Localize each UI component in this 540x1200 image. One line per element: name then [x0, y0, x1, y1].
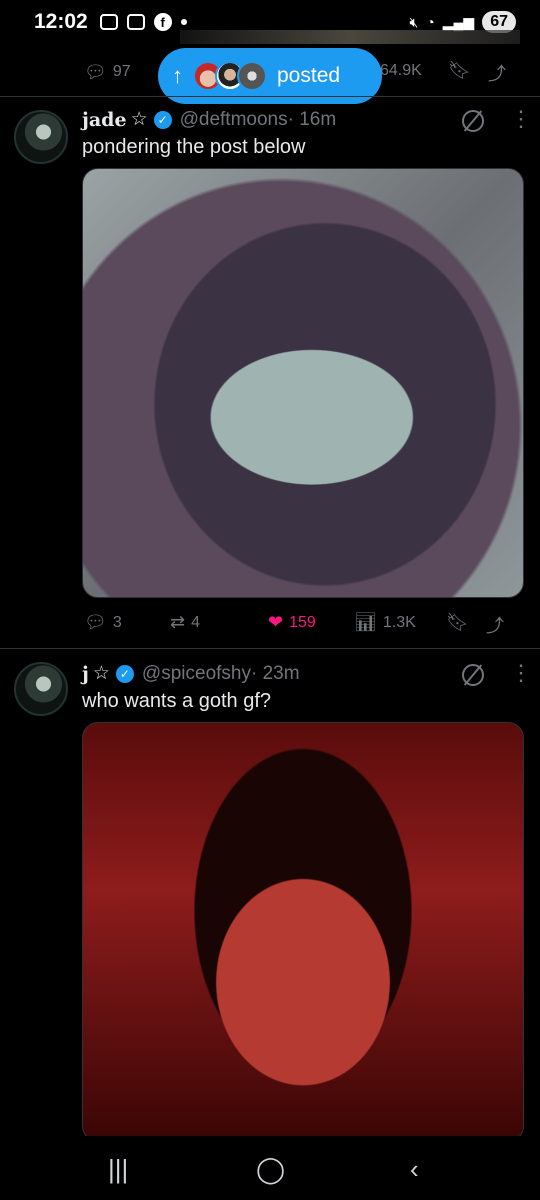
system-nav-bar: ||| ◯ ‹ [0, 1136, 540, 1200]
timestamp[interactable]: · 16m [288, 109, 337, 131]
avatar[interactable] [14, 110, 68, 164]
tweet[interactable]: jade ☆ ✓ @deftmoons · 16m ⋮ pondering th… [0, 96, 540, 648]
screen-record-icon [99, 14, 118, 30]
like-button[interactable]: ❤ 159 [268, 612, 316, 633]
recents-icon[interactable]: ||| [108, 1154, 128, 1185]
display-name[interactable]: j [82, 663, 89, 685]
wifi-icon: ◔ [426, 14, 435, 30]
reply-button[interactable]: 💬︎ 97 [84, 62, 131, 83]
mute-icon: 🔇︎ [409, 13, 419, 30]
display-name[interactable]: jade [82, 109, 127, 131]
grok-icon[interactable] [462, 664, 484, 686]
heart-icon: ❤ [268, 612, 284, 632]
bookmark-icon[interactable]: 🔖︎ [446, 612, 469, 633]
verified-icon: ✓ [115, 664, 134, 683]
retweet-icon: ⇄ [170, 612, 186, 632]
app-icon [126, 14, 145, 30]
pill-avatars [193, 61, 267, 91]
bookmark-icon[interactable]: 🔖︎ [448, 60, 471, 81]
avatar[interactable] [14, 662, 68, 716]
verified-icon: ✓ [153, 110, 172, 129]
tweet-actions: 💬︎ 3 ⇄ 4 ❤ 159 📊︎ 1.3K 🔖︎ ⤴ [82, 608, 524, 638]
more-notifications-dot [180, 19, 187, 25]
reply-button[interactable]: 💬︎ 3 [84, 612, 122, 633]
reply-count: 3 [112, 613, 122, 631]
grok-icon[interactable] [462, 110, 484, 132]
views-button[interactable]: 📊︎ 1.3K [354, 612, 416, 633]
arrow-up-icon: ↑ [172, 63, 183, 88]
tweet-media[interactable] [82, 722, 524, 1142]
reply-icon: 💬︎ [84, 612, 107, 632]
status-time: 12:02 [34, 10, 88, 33]
facebook-icon: f [153, 13, 172, 31]
timestamp[interactable]: · 23m [251, 663, 300, 685]
avatar [237, 61, 267, 91]
share-icon[interactable]: ⤴ [486, 612, 504, 638]
views-count: 64.9K [380, 62, 422, 79]
tweet-media[interactable] [82, 168, 524, 598]
reply-count: 97 [112, 63, 131, 80]
more-icon[interactable]: ⋮ [510, 106, 532, 132]
reply-icon: 💬︎ [84, 61, 107, 82]
handle[interactable]: @spiceofshy [142, 663, 251, 685]
retweet-count: 4 [191, 613, 200, 631]
retweet-button[interactable]: ⇄ 4 [170, 612, 200, 633]
star-icon: ☆ [130, 109, 148, 130]
views-count: 1.3K [382, 613, 416, 631]
more-icon[interactable]: ⋮ [510, 660, 532, 686]
views-button[interactable]: 64.9K [380, 62, 422, 80]
like-count: 159 [289, 613, 316, 631]
pill-label: posted [277, 64, 341, 87]
share-icon[interactable]: ⤴ [488, 60, 506, 86]
tweet-header: j ☆ ✓ @spiceofshy · 23m [82, 662, 300, 685]
back-icon[interactable]: ‹ [410, 1154, 419, 1185]
handle[interactable]: @deftmoons [180, 109, 288, 131]
previous-media-edge [180, 30, 520, 44]
star-icon: ☆ [92, 663, 110, 684]
tweet-text: pondering the post below [82, 136, 306, 158]
tweet[interactable]: j ☆ ✓ @spiceofshy · 23m ⋮ who wants a go… [0, 648, 540, 1142]
signal-icon: ▂▄▆ [442, 13, 475, 30]
home-icon[interactable]: ◯ [256, 1154, 285, 1185]
tweet-header: jade ☆ ✓ @deftmoons · 16m [82, 108, 336, 131]
status-notification-icons: f [99, 13, 187, 31]
tweet-text: who wants a goth gf? [82, 690, 272, 712]
analytics-icon: 📊︎ [354, 612, 377, 632]
